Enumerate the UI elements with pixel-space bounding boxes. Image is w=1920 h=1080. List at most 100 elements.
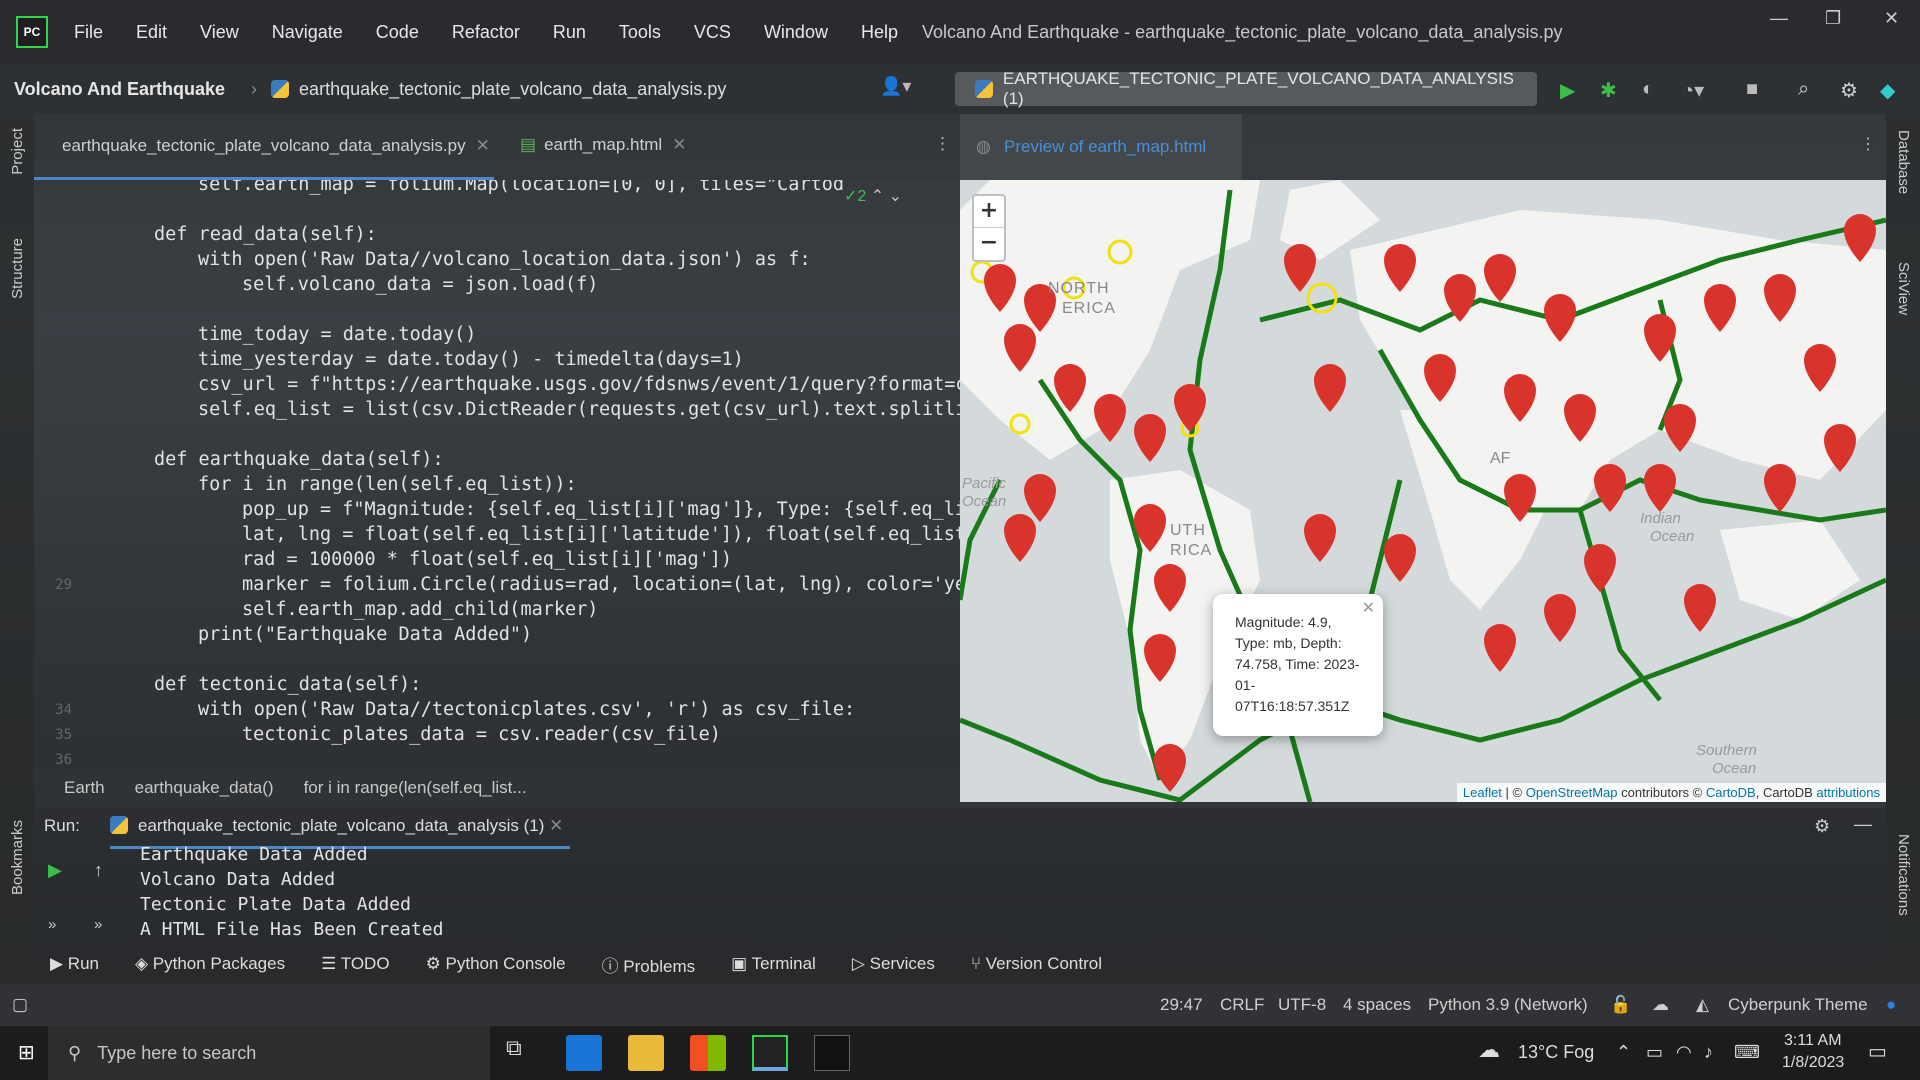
hide-panel-icon[interactable]: — [1854,814,1872,835]
taskbar-search[interactable]: ⚲ Type here to search [48,1026,490,1080]
breadcrumb-class[interactable]: Earth [64,778,105,798]
user-avatar-icon[interactable]: ● [1886,995,1896,1015]
expand-icon[interactable]: » [48,916,56,933]
inspection-widget[interactable]: ✓2 ⌃ ⌄ [844,186,902,206]
coverage-icon[interactable]: ◐ [1642,78,1654,101]
attributions-link[interactable]: attributions [1816,785,1880,800]
battery-icon[interactable]: ▭ [1646,1042,1663,1063]
search-icon[interactable]: ⌕ [1798,78,1809,101]
close-popup-icon[interactable]: ✕ [1362,598,1375,619]
bookmarks-tool-button[interactable]: Bookmarks [9,820,26,895]
clock-time[interactable]: 3:11 AM [1784,1032,1842,1050]
osm-link[interactable]: OpenStreetMap [1526,785,1618,800]
line-separator[interactable]: CRLF [1220,995,1264,1015]
notifications-tool-button[interactable]: Notifications [1895,834,1912,916]
zoom-out-button[interactable]: − [974,228,1004,260]
close-window-button[interactable]: ✕ [1884,8,1899,29]
jetbrains-toolbox-icon[interactable]: ◆ [1880,78,1895,103]
settings-icon[interactable]: ⚙ [1814,816,1830,837]
menu-file[interactable]: File [74,22,103,43]
menu-help[interactable]: Help [861,22,898,43]
menu-navigate[interactable]: Navigate [272,22,343,43]
layout-icon[interactable]: ▢ [12,995,28,1015]
todo-tool-button[interactable]: ☰ TODO [321,954,389,974]
mail-icon[interactable] [566,1035,602,1071]
run-tool-button[interactable]: ▶ Run [50,954,99,974]
python-interpreter[interactable]: Python 3.9 (Network) [1428,995,1588,1015]
breadcrumb-loop[interactable]: for i in range(len(self.eq_list... [304,778,527,798]
database-tool-button[interactable]: Database [1895,130,1912,194]
task-view-icon[interactable]: ⧉ [506,1035,542,1071]
breadcrumb-method[interactable]: earthquake_data() [135,778,274,798]
lock-icon[interactable]: 🔓 [1610,995,1631,1015]
store-icon[interactable] [690,1035,726,1071]
services-tool-button[interactable]: ▷ Services [852,954,935,974]
python-packages-tool-button[interactable]: ◈ Python Packages [135,954,285,974]
caret-position[interactable]: 29:47 [1160,995,1203,1015]
terminal-taskbar-icon[interactable] [814,1035,850,1071]
tabs-menu-icon[interactable]: ⋮ [934,134,951,154]
zoom-in-button[interactable]: + [974,196,1004,228]
windows-start-icon[interactable]: ⊞ [18,1040,35,1065]
code-line: csv_url = f"https://earthquake.usgs.gov/… [198,374,960,395]
tab-analysis-py[interactable]: earthquake_tectonic_plate_volcano_data_a… [34,114,494,180]
menu-tools[interactable]: Tools [619,22,661,43]
terminal-tool-button[interactable]: ▣ Terminal [731,954,816,974]
keyboard-icon[interactable]: ⌨ [1734,1042,1760,1063]
scroll-up-icon[interactable]: ↑ [94,860,103,881]
menu-code[interactable]: Code [376,22,419,43]
python-console-tool-button[interactable]: ⚙ Python Console [426,954,566,974]
cloud-sync-icon[interactable]: ☁ [1652,995,1669,1015]
theme-name[interactable]: Cyberpunk Theme [1728,995,1868,1015]
tray-overflow-icon[interactable]: ⌃ [1616,1042,1631,1063]
problems-tool-button[interactable]: ⓘ Problems [602,952,696,977]
stop-icon[interactable]: ■ [1746,78,1758,101]
minimize-button[interactable]: — [1770,8,1788,29]
close-tab-icon[interactable]: ✕ [476,136,490,156]
project-name[interactable]: Volcano And Earthquake [14,79,225,100]
structure-tool-button[interactable]: Structure [9,238,26,299]
code-editor[interactable]: 29 34 35 36 self.earth_map = folium.Map(loc… [34,180,960,768]
indent-setting[interactable]: 4 spaces [1343,995,1411,1015]
weather-text[interactable]: 13°C Fog [1518,1042,1594,1063]
menu-window[interactable]: Window [764,22,828,43]
cartodb-link[interactable]: CartoDB [1706,785,1756,800]
clock-date[interactable]: 1/8/2023 [1782,1054,1844,1072]
run-icon[interactable]: ▶ [1560,78,1575,103]
sciview-tool-button[interactable]: SciView [1895,262,1912,315]
more-icon[interactable]: » [94,916,102,933]
close-tab-icon[interactable]: ✕ [549,816,563,835]
close-tab-icon[interactable]: ✕ [672,135,686,155]
debug-icon[interactable]: ✱ [1600,78,1617,103]
pycharm-taskbar-icon[interactable] [752,1035,788,1071]
map-label: Ocean [1650,528,1695,545]
file-encoding[interactable]: UTF-8 [1278,995,1326,1015]
maximize-button[interactable]: ❐ [1825,8,1841,29]
menu-view[interactable]: View [200,22,239,43]
user-icon[interactable]: 👤▾ [880,76,911,97]
menu-vcs[interactable]: VCS [694,22,731,43]
file-explorer-icon[interactable] [628,1035,664,1071]
html-file-icon: ▤ [520,135,537,154]
map-preview[interactable]: NORTH ERICA UTH RICA Pacific Ocean AF In… [960,180,1886,802]
python-file-icon [271,80,290,98]
chevron-down-icon[interactable]: ⌄ [889,188,902,205]
project-tool-button[interactable]: Project [9,128,26,175]
tab-earth-map-html[interactable]: ▤ earth_map.html ✕ [502,114,702,176]
preview-menu-icon[interactable]: ⋮ [1860,134,1876,154]
leaflet-link[interactable]: Leaflet [1463,785,1502,800]
run-config-selector[interactable]: EARTHQUAKE_TECTONIC_PLATE_VOLCANO_DATA_A… [955,69,1537,108]
version-control-tool-button[interactable]: ⑂ Version Control [971,954,1102,974]
tab-preview[interactable]: ◍ Preview of earth_map.html [960,114,1242,180]
wifi-icon[interactable]: ◠ [1676,1042,1692,1063]
chevron-up-icon[interactable]: ⌃ [871,188,884,205]
settings-icon[interactable]: ⚙ [1840,78,1858,103]
menu-run[interactable]: Run [553,22,586,43]
breadcrumb-file[interactable]: earthquake_tectonic_plate_volcano_data_a… [299,79,726,100]
volume-icon[interactable]: ♪ [1704,1042,1713,1063]
profile-icon[interactable]: ◔▾ [1682,78,1704,103]
menu-refactor[interactable]: Refactor [452,22,520,43]
rerun-icon[interactable]: ▶ [48,860,62,881]
menu-edit[interactable]: Edit [136,22,167,43]
action-center-icon[interactable]: ▭ [1868,1039,1887,1064]
